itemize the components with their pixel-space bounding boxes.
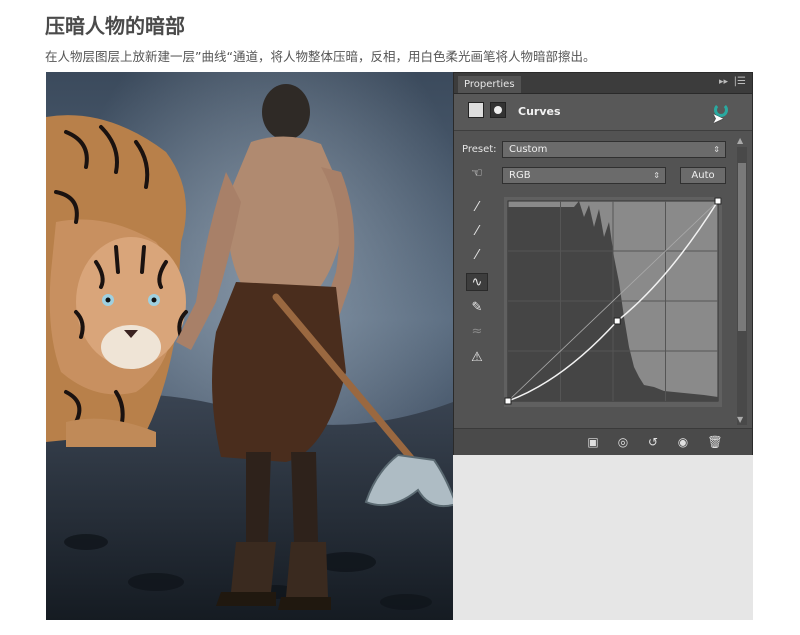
smooth-icon[interactable]: ≈ bbox=[466, 323, 488, 341]
view-previous-icon[interactable]: ◎ bbox=[614, 433, 632, 451]
select-arrows-icon: ⇕ bbox=[713, 145, 720, 154]
curve-control-point[interactable] bbox=[613, 317, 621, 325]
curve-control-point[interactable] bbox=[714, 197, 722, 205]
composite-photo bbox=[46, 72, 453, 620]
scrollbar-thumb[interactable] bbox=[738, 163, 746, 331]
panel-bottom-bar: ▣ ◎ ↺ ◉ 🗑 bbox=[454, 428, 752, 455]
tab-properties[interactable]: Properties bbox=[458, 76, 521, 93]
preset-label: Preset: bbox=[462, 144, 497, 155]
channel-value: RGB bbox=[509, 170, 531, 181]
curves-adjustment-icon[interactable] bbox=[468, 102, 484, 118]
gray-eyedropper-icon[interactable]: ⁄ bbox=[466, 223, 488, 241]
empty-gray-area bbox=[453, 455, 753, 620]
auto-button[interactable]: Auto bbox=[680, 167, 726, 184]
on-image-adjust-icon[interactable]: ☜ bbox=[466, 165, 488, 183]
adjustment-title: Curves bbox=[518, 105, 561, 118]
select-arrows-icon: ⇕ bbox=[653, 171, 660, 180]
panel-tab-bar: Properties ▸▸ |☰ bbox=[454, 73, 752, 94]
clipping-warning-icon[interactable]: ⚠ bbox=[466, 349, 488, 367]
properties-panel: Properties ▸▸ |☰ Curves Preset: Custom ⇕… bbox=[453, 72, 753, 455]
collapse-arrows-icon[interactable]: ▸▸ bbox=[719, 77, 728, 87]
pencil-icon[interactable]: ✎ bbox=[466, 299, 488, 317]
mouse-cursor-icon: ➤ bbox=[712, 111, 724, 127]
channel-select[interactable]: RGB ⇕ bbox=[502, 167, 666, 184]
curves-graph[interactable] bbox=[504, 197, 722, 407]
curves-header: Curves bbox=[454, 94, 752, 131]
layer-mask-icon[interactable] bbox=[490, 102, 506, 118]
visibility-eye-icon[interactable]: ◉ bbox=[674, 433, 692, 451]
scroll-up-icon[interactable]: ▲ bbox=[737, 136, 743, 145]
reset-icon[interactable]: ↺ bbox=[644, 433, 662, 451]
page-subtitle: 在人物层图层上放新建一层”曲线“通道，将人物整体压暗，反相，用白色柔光画笔将人物… bbox=[45, 49, 596, 64]
panel-menu-icon[interactable]: |☰ bbox=[734, 76, 746, 87]
white-eyedropper-icon[interactable]: ⁄ bbox=[466, 247, 488, 265]
curve-control-point[interactable] bbox=[504, 397, 512, 405]
black-eyedropper-icon[interactable]: ⁄ bbox=[466, 199, 488, 217]
curve-edit-icon[interactable]: ∿ bbox=[466, 273, 488, 291]
clip-to-layer-icon[interactable]: ▣ bbox=[584, 433, 602, 451]
preset-select[interactable]: Custom ⇕ bbox=[502, 141, 726, 158]
page-title: 压暗人物的暗部 bbox=[45, 14, 185, 38]
scroll-down-icon[interactable]: ▼ bbox=[737, 415, 743, 424]
preset-value: Custom bbox=[509, 144, 548, 155]
trash-icon[interactable]: 🗑 bbox=[706, 433, 724, 451]
